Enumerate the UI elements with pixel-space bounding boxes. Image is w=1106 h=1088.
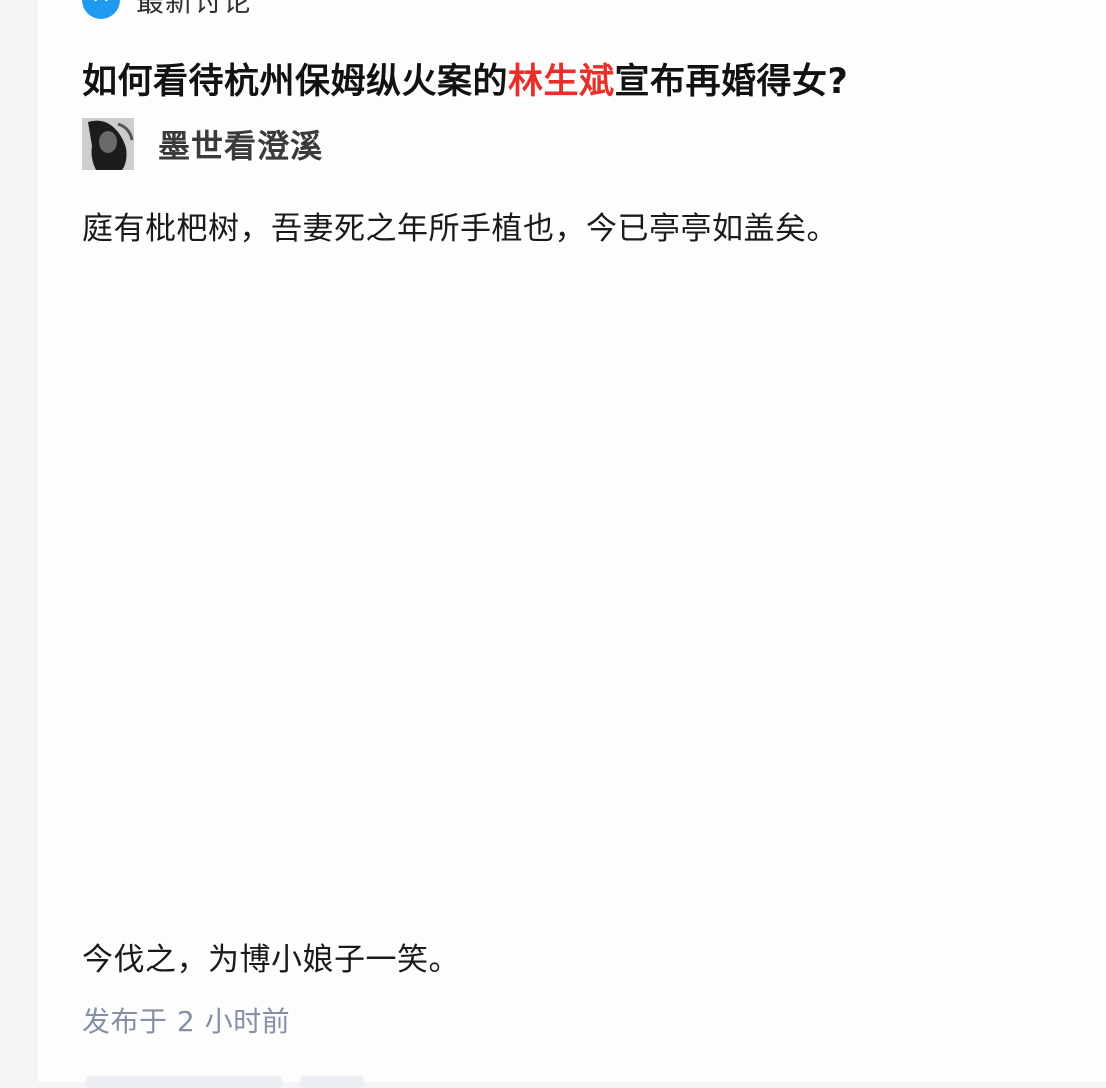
question-title-part-1: 如何看待杭州保姆纵火案的 bbox=[82, 62, 509, 102]
question-title-part-2: 宣布再婚得女? bbox=[614, 62, 849, 102]
avatar-image bbox=[82, 118, 134, 170]
avatar[interactable] bbox=[82, 118, 134, 170]
answer-paragraph: 庭有枇杷树，吾妻死之年所手植也，今已亭亭如盖矣。 bbox=[82, 211, 838, 247]
section-header-label: 最新讨论 bbox=[136, 0, 253, 18]
action-button[interactable] bbox=[86, 1076, 282, 1088]
author-name[interactable]: 墨世看澄溪 bbox=[158, 121, 323, 167]
speech-bubble-glyph bbox=[94, 0, 108, 2]
question-title[interactable]: 如何看待杭州保姆纵火案的林生斌宣布再婚得女? bbox=[82, 58, 848, 106]
author-info: 墨世看澄溪 bbox=[82, 118, 323, 170]
answer-paragraph: 今伐之，为博小娘子一笑。 bbox=[82, 942, 460, 978]
action-button[interactable] bbox=[300, 1076, 364, 1088]
question-title-highlight: 林生斌 bbox=[508, 62, 615, 102]
publish-time[interactable]: 发布于 2 小时前 bbox=[82, 1000, 290, 1040]
section-header: 最新讨论 bbox=[82, 0, 252, 19]
